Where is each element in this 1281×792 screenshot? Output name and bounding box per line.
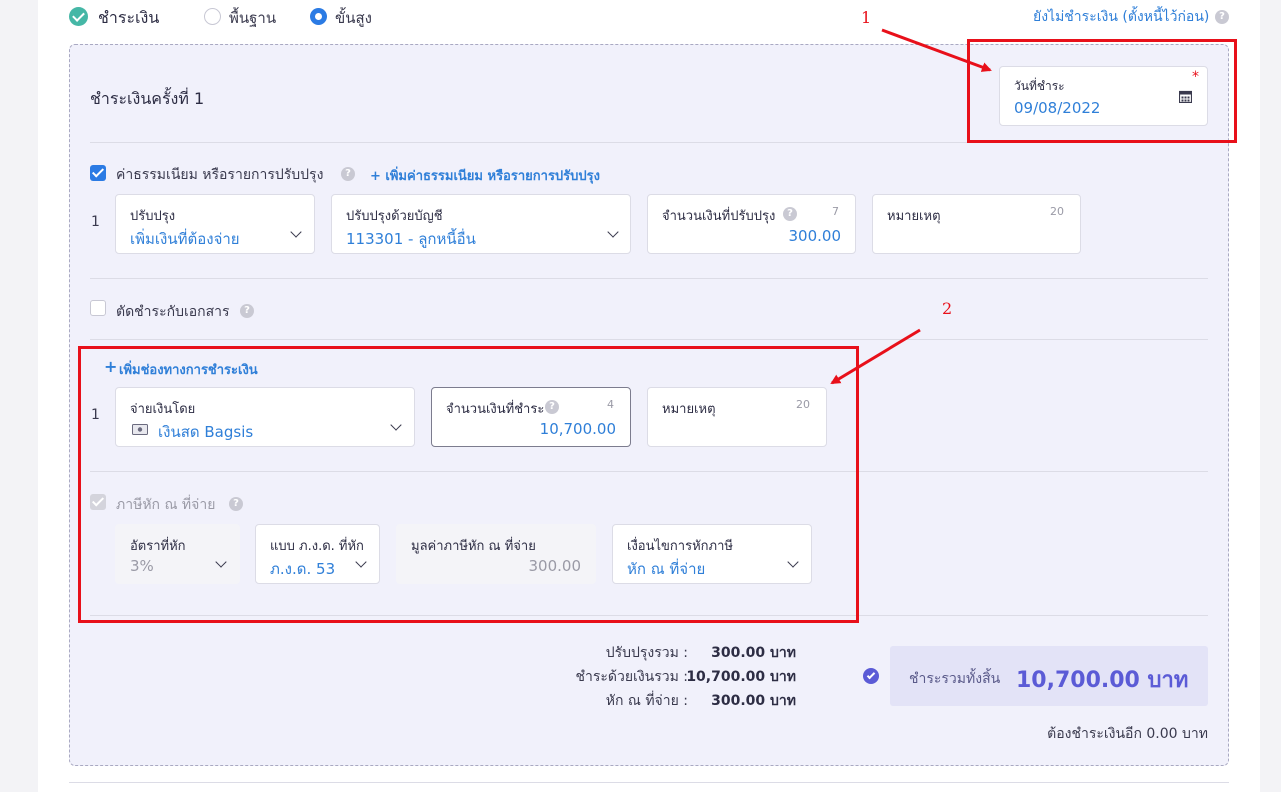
arrow-2-icon [830,328,921,385]
annotation-arrows [830,28,992,385]
arrow-1-icon [881,28,992,72]
